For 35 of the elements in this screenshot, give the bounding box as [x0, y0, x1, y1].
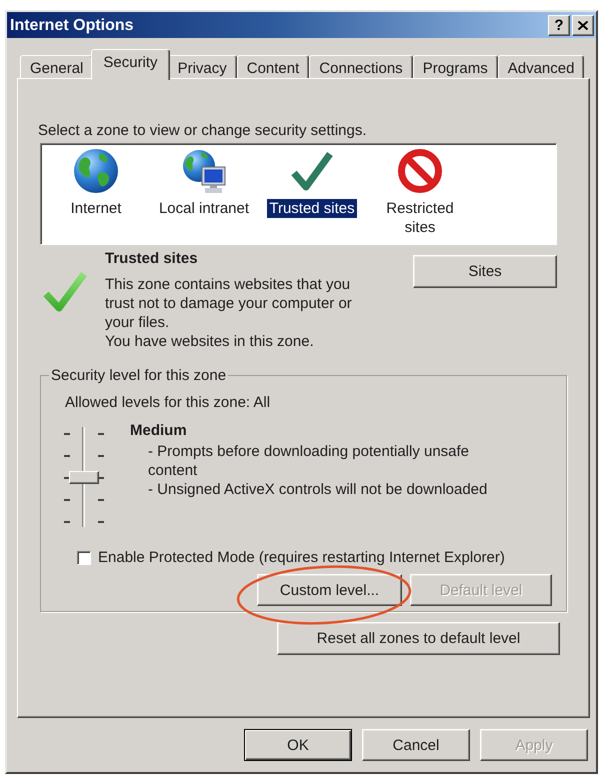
- allowed-levels-text: Allowed levels for this zone: All: [65, 393, 272, 412]
- custom-level-button[interactable]: Custom level...: [257, 574, 402, 606]
- cancel-button[interactable]: Cancel: [362, 729, 470, 761]
- window-title: Internet Options: [10, 16, 134, 34]
- close-button[interactable]: [572, 14, 594, 36]
- zone-note: You have websites in this zone.: [105, 332, 315, 351]
- checkbox[interactable]: [77, 550, 91, 564]
- reset-zones-button[interactable]: Reset all zones to default level: [277, 622, 560, 655]
- tab[interactable]: Content: [236, 55, 310, 80]
- zone-label[interactable]: Trusted sites: [267, 199, 357, 218]
- tab[interactable]: Advanced: [498, 55, 584, 80]
- checkbox-label[interactable]: Enable Protected Mode (requires restarting Internet Explorer): [98, 548, 505, 567]
- tab[interactable]: Programs: [412, 55, 498, 80]
- tab[interactable]: Connections: [309, 55, 413, 80]
- help-button[interactable]: ?: [548, 14, 570, 36]
- tab[interactable]: General: [20, 55, 94, 80]
- tab[interactable]: Security: [91, 49, 170, 80]
- check-icon[interactable]: [290, 149, 334, 193]
- globe-monitor-icon[interactable]: [182, 149, 226, 193]
- zone-label[interactable]: Local intranet: [156, 199, 252, 218]
- prohibited-icon[interactable]: [398, 149, 442, 193]
- level-description: - Prompts before downloading potentially unsafe content: [147, 442, 470, 480]
- close-icon: [578, 20, 588, 30]
- zone-label[interactable]: Restricted sites: [370, 199, 470, 237]
- globe-icon[interactable]: [74, 149, 118, 193]
- zone-title: Trusted sites: [105, 249, 199, 268]
- ok-button[interactable]: OK: [244, 729, 352, 761]
- zone-prompt: Select a zone to view or change security settings.: [38, 121, 368, 140]
- level-name: Medium: [130, 421, 188, 440]
- slider-thumb[interactable]: [69, 471, 99, 484]
- sites-button[interactable]: Sites: [413, 255, 557, 288]
- group-label: Security level for this zone: [50, 366, 228, 385]
- zone-label[interactable]: Internet: [68, 199, 124, 218]
- zone-description: This zone contains websites that you trust not to damage your computer or your files.: [105, 275, 353, 332]
- level-description: - Unsigned ActiveX controls will not be downloaded: [147, 480, 488, 499]
